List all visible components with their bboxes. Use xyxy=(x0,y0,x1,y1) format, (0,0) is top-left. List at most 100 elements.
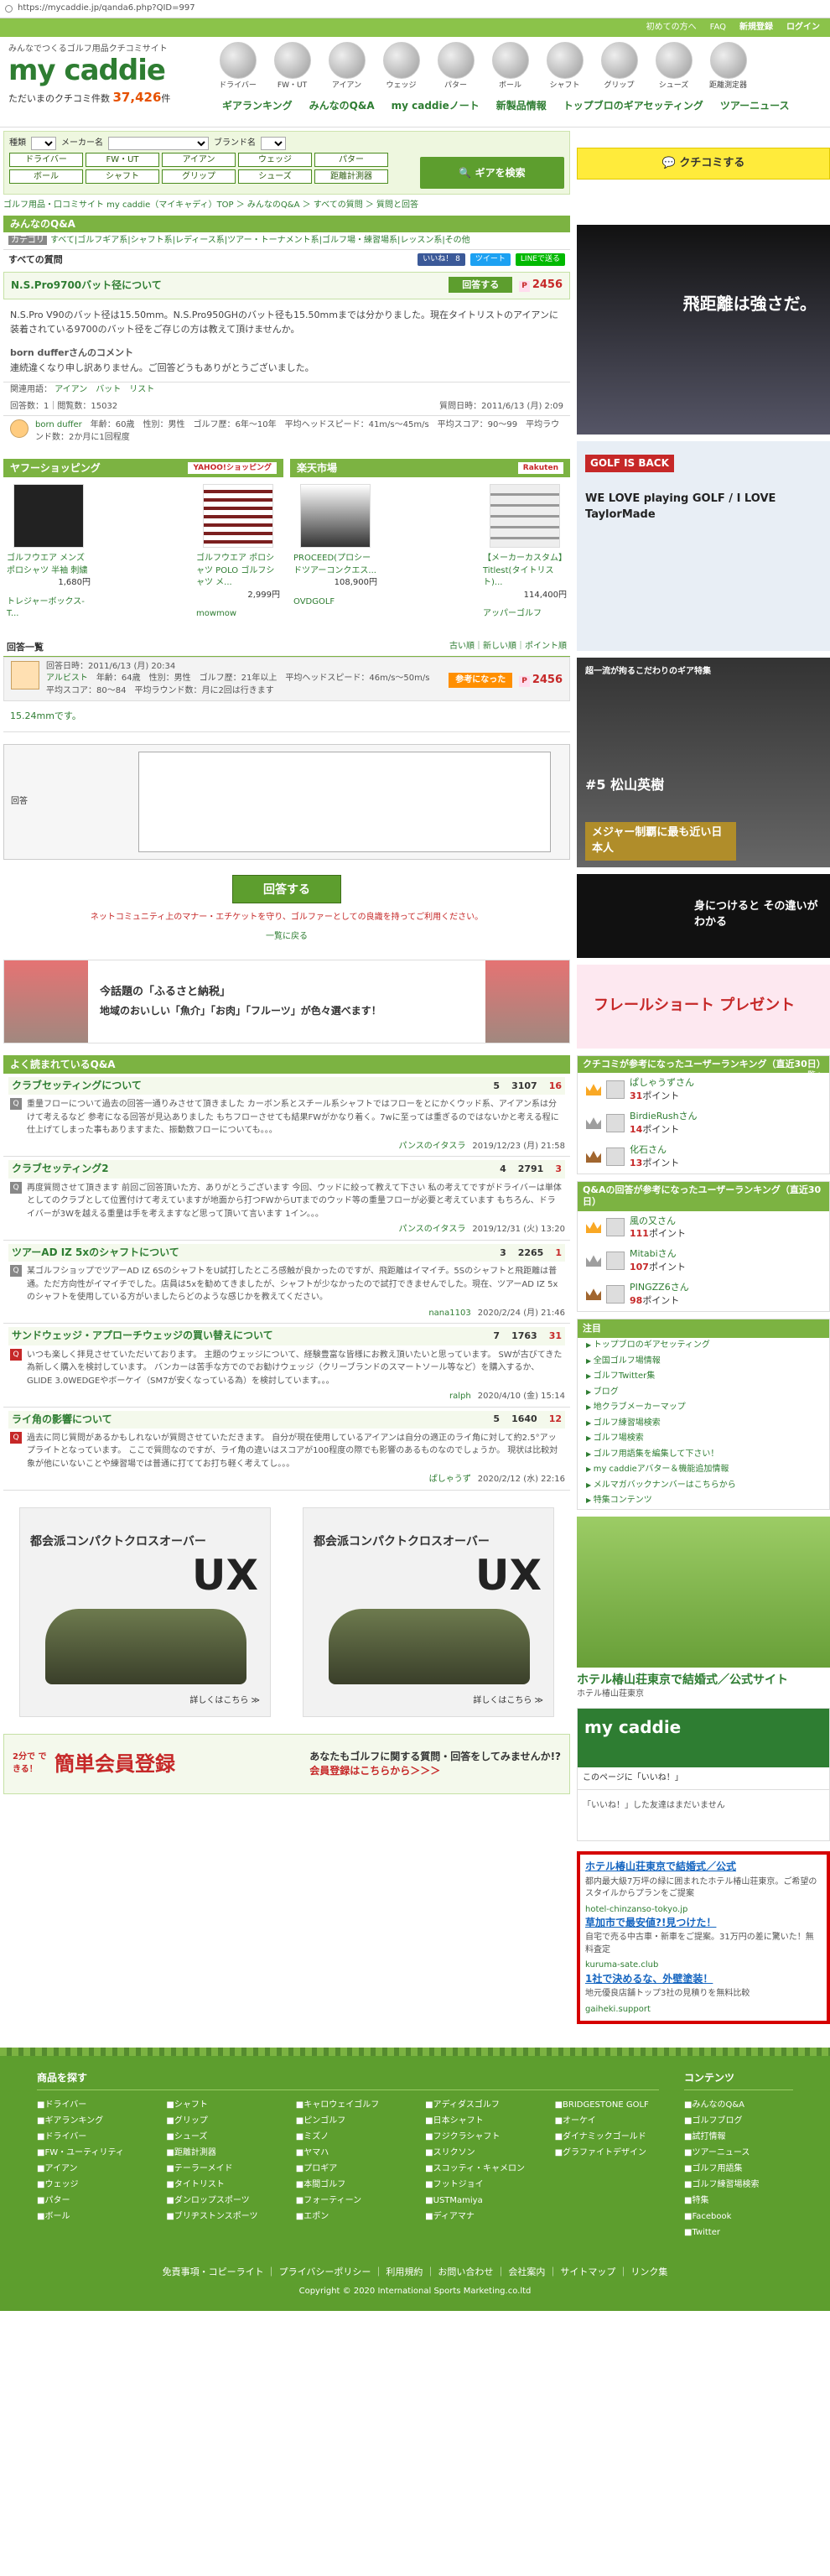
featured-link[interactable]: メルマガバックナンバーはこちらから xyxy=(578,1478,829,1494)
btn-shaft[interactable]: シャフト xyxy=(86,169,159,184)
hotel-ad[interactable]: ホテル椿山荘東京で結婚式／公式サイト ホテル椿山荘東京 xyxy=(577,1516,830,1701)
footer-link[interactable]: ■ツアーニュース xyxy=(684,2145,793,2161)
footer-link[interactable]: ■アディダスゴルフ xyxy=(425,2097,529,2113)
footer-link[interactable]: ■フォーティーン xyxy=(296,2193,400,2209)
breadcrumb[interactable]: ゴルフ用品・口コミサイト my caddie（マイキャディ）TOP ＞ みんなの… xyxy=(3,200,570,212)
footer-link[interactable]: ■ヤマハ xyxy=(296,2145,400,2161)
footer-link[interactable]: ■Twitter xyxy=(684,2225,793,2240)
footer-link[interactable]: ■ダンロップスポーツ xyxy=(166,2193,270,2209)
product-card[interactable]: ゴルフウエア ポロシャツ POLO ゴルフシャツ メ... 2,999円 mowmo… xyxy=(196,484,280,621)
cat-shaft[interactable]: シャフト xyxy=(541,42,589,91)
fb-page-like[interactable]: このページに「いいね！」 xyxy=(578,1767,829,1791)
cat-wedge[interactable]: ウェッジ xyxy=(377,42,425,91)
ranking-row[interactable]: PINGZZ6さん 98ポイント xyxy=(578,1278,829,1311)
furusato-banner[interactable]: 今話題の「ふるさと納税」 地域のおいしい「魚介」「お肉」「フルーツ」が色々選べます… xyxy=(3,960,570,1044)
avatar[interactable] xyxy=(10,419,29,439)
nav-gear-ranking[interactable]: ギアランキング xyxy=(222,99,293,113)
btn-grip[interactable]: グリップ xyxy=(162,169,236,184)
footer-link[interactable]: ■距離計測器 xyxy=(166,2145,270,2161)
featured-link[interactable]: ゴルフ練習場検索 xyxy=(578,1416,829,1432)
text-ad-item[interactable]: 草加市で最安値?!見つけた！ 自宅で売る中古車・新車をご提案。31万円の差に驚いた… xyxy=(585,1916,822,1972)
line-button[interactable]: LINEで送る xyxy=(515,253,565,267)
footer-link[interactable]: ■シューズ xyxy=(166,2129,270,2145)
brand-select[interactable] xyxy=(261,137,286,150)
cat-fw-ut[interactable]: FW・UT xyxy=(268,42,316,91)
taylormade-banner[interactable]: GOLF IS BACK WE LOVE playing GOLF / I LOV… xyxy=(577,441,830,651)
btn-shoes[interactable]: シューズ xyxy=(238,169,312,184)
footer-link[interactable]: ■ボール xyxy=(37,2209,141,2225)
cat-rangefinder[interactable]: 距離測定器 xyxy=(704,42,752,91)
footer-link[interactable]: ■タイトリスト xyxy=(166,2177,270,2193)
cat-iron[interactable]: アイアン xyxy=(323,42,371,91)
helpful-button[interactable]: 参考になった xyxy=(449,672,513,689)
cat-shoes[interactable]: シューズ xyxy=(650,42,698,91)
featured-link[interactable]: ゴルフTwitter集 xyxy=(578,1369,829,1385)
ranking-row[interactable]: 風の又さん 111ポイント xyxy=(578,1211,829,1245)
featured-link[interactable]: ゴルフ用語集を編集して下さい！ xyxy=(578,1447,829,1463)
footer-link[interactable]: ■スリクソン xyxy=(425,2145,529,2161)
footer-link[interactable]: ■みんなのQ&A xyxy=(684,2097,793,2113)
nav-pro-setting[interactable]: トップブロのギアセッティング xyxy=(563,99,703,113)
footer-link[interactable]: ■ダイナミックゴールド xyxy=(555,2129,659,2145)
featured-link[interactable]: ゴルフ場検索 xyxy=(578,1431,829,1447)
btn-rangefinder[interactable]: 距離計測器 xyxy=(314,169,388,184)
link-first-time[interactable]: 初めての方へ xyxy=(646,22,697,34)
link-faq[interactable]: FAQ xyxy=(710,22,726,34)
cat-putter[interactable]: パター xyxy=(432,42,480,91)
footer-link[interactable]: ■プロギア xyxy=(296,2161,400,2177)
nav-new-products[interactable]: 新製品情報 xyxy=(496,99,547,113)
footer-link[interactable]: ■スコッティ・キャメロン xyxy=(425,2161,529,2177)
submit-answer-button[interactable]: 回答する xyxy=(232,875,341,904)
footer-link[interactable]: ■USTMamiya xyxy=(425,2193,529,2209)
footer-link[interactable]: ■グリップ xyxy=(166,2113,270,2129)
nav-tour-news[interactable]: ツアーニュース xyxy=(720,99,790,113)
footer-link[interactable]: ■ディアマナ xyxy=(425,2209,529,2225)
footer-link[interactable]: ■シャフト xyxy=(166,2097,270,2113)
footer-link[interactable]: ■ゴルフ用語集 xyxy=(684,2161,793,2177)
answer-sort[interactable]: 古い順｜新しい順｜ポイント順 xyxy=(449,641,567,654)
footer-link[interactable]: ■パター xyxy=(37,2193,141,2209)
car-ad[interactable]: 都会派コンパクトクロスオーバー UX 詳しくはこちら ≫ xyxy=(19,1507,271,1717)
featured-link[interactable]: 特集コンテンツ xyxy=(578,1493,829,1509)
footer-link[interactable]: ■ゴルフブログ xyxy=(684,2113,793,2129)
featured-link[interactable]: my caddieアバター＆機能追加情報 xyxy=(578,1462,829,1478)
product-card[interactable]: 【メーカーカスタム】Titlest(タイトリスト)... 114,400円 アッパー… xyxy=(483,484,567,621)
footer-link[interactable]: ■オーケイ xyxy=(555,2113,659,2129)
featured-link[interactable]: 全国ゴルフ場情報 xyxy=(578,1354,829,1370)
cat-ball[interactable]: ボール xyxy=(486,42,534,91)
ranking-row[interactable]: 化石さん 13ポイント xyxy=(578,1140,829,1174)
footer-link[interactable]: ■フジクラシャフト xyxy=(425,2129,529,2145)
back-to-list-link[interactable]: 一覧に戻る xyxy=(3,931,570,944)
product-card[interactable]: ゴルフウエア メンズ ポロシャツ 半袖 刺繍 1,680円 トレジャーボックス-T.… xyxy=(7,484,91,621)
ranking-row[interactable]: Mitabiさん 107ポイント xyxy=(578,1244,829,1278)
ranking-more-link[interactable]: 一覧へ xyxy=(799,1070,824,1081)
btn-driver[interactable]: ドライバー xyxy=(9,153,83,167)
avatar[interactable] xyxy=(11,660,39,690)
btn-iron[interactable]: アイアン xyxy=(162,153,236,167)
footer-link[interactable]: ■FW・ユーティリティ xyxy=(37,2145,141,2161)
cat-grip[interactable]: グリップ xyxy=(595,42,643,91)
fb-like-button[interactable]: いいね！ 8 xyxy=(418,253,465,267)
footer-link[interactable]: ■BRIDGESTONE GOLF xyxy=(555,2097,659,2113)
btn-ball[interactable]: ボール xyxy=(9,169,83,184)
text-ad-item[interactable]: ホテル椿山荘東京で結婚式／公式 都内最大級7万坪の緑に囲まれたホテル椿山荘東京。ご… xyxy=(585,1860,822,1916)
footer-link[interactable]: ■アイアン xyxy=(37,2161,141,2177)
ranking-row[interactable]: BirdieRushさん 14ポイント xyxy=(578,1106,829,1140)
btn-fw-ut[interactable]: FW・UT xyxy=(86,153,159,167)
qa-category-row[interactable]: カテゴリ すべて|ゴルフギア系|シャフト系|レディース系|ツアー・トーナメント系|… xyxy=(3,232,570,250)
nav-qa[interactable]: みんなのQ&A xyxy=(309,99,375,113)
url-bar[interactable]: https://mycaddie.jp/qanda6.php?QID=997 xyxy=(18,3,195,15)
footer-links[interactable]: 免責事項・コピーライト ｜ プライバシーポリシー ｜ 利用規約 ｜ お問い合わせ… xyxy=(37,2266,793,2279)
footer-link[interactable]: ■ギアランキング xyxy=(37,2113,141,2129)
answer-textarea[interactable] xyxy=(138,752,551,853)
register-banner[interactable]: 2分で できる！ 簡単会員登録 あなたもゴルフに関する質問・回答をしてみませんか… xyxy=(3,1733,570,1794)
nav-note[interactable]: my caddieノート xyxy=(392,99,480,113)
footer-link[interactable]: ■特集 xyxy=(684,2193,793,2209)
write-review-button[interactable]: 💬 クチコミする xyxy=(577,148,830,180)
btn-wedge[interactable]: ウェッジ xyxy=(238,153,312,167)
type-select[interactable] xyxy=(31,137,56,150)
cat-driver[interactable]: ドライバー xyxy=(214,42,262,91)
answer-button[interactable]: 回答する xyxy=(449,276,513,293)
footer-link[interactable]: ■ピンゴルフ xyxy=(296,2113,400,2129)
site-logo[interactable]: my caddie xyxy=(8,55,205,86)
